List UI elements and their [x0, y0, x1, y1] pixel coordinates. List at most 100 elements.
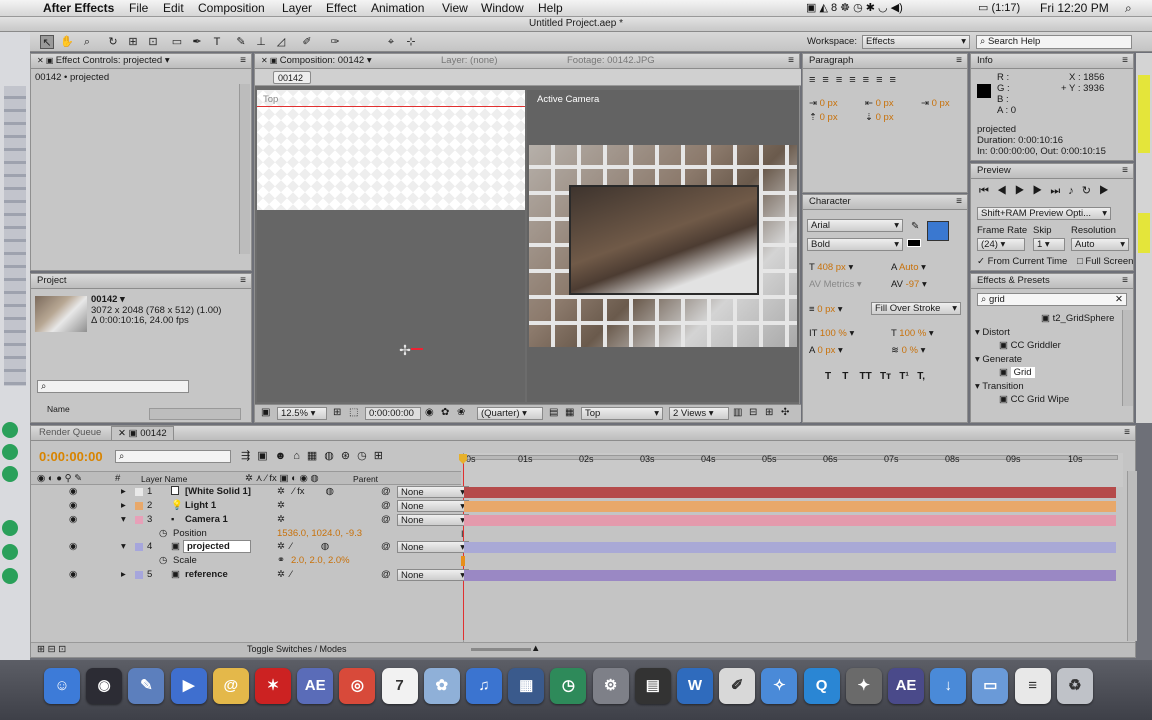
dashboard-icon[interactable]: ◉	[86, 668, 123, 704]
visibility-icon[interactable]: ◉	[69, 541, 77, 552]
layer-duration-bar[interactable]	[464, 487, 1116, 498]
small-caps-button[interactable]: Tт	[880, 371, 891, 382]
layer-name[interactable]: [White Solid 1]	[185, 486, 251, 497]
parent-select[interactable]: None ▾	[397, 514, 469, 526]
project-search-field[interactable]: ⌕	[37, 380, 189, 393]
itunes-icon[interactable]: ♫	[466, 668, 502, 704]
menu-help[interactable]: Help	[538, 1, 563, 15]
workspace-select[interactable]: Effects ▾	[862, 35, 970, 49]
horizontal-scale-field[interactable]: T 100 % ▾	[891, 328, 934, 339]
label-color-swatch[interactable]	[135, 502, 143, 510]
panel-menu-icon[interactable]: ≡	[1122, 274, 1128, 288]
faux-bold-button[interactable]: T	[825, 371, 831, 382]
parent-col[interactable]: Parent	[353, 474, 378, 484]
draft-3d-icon[interactable]: ▣	[257, 450, 274, 462]
tracking-field[interactable]: AV -97 ▾	[891, 279, 927, 290]
leading-field[interactable]: A Auto ▾	[891, 262, 926, 273]
effect-controls-tab[interactable]: Effect Controls: projected	[56, 55, 163, 66]
toggle-pixel-icon[interactable]: ▥	[733, 407, 742, 418]
tree-item-selected[interactable]: ▣ Grid	[999, 367, 1035, 378]
character-tab[interactable]: Character	[809, 196, 851, 207]
panel-menu-icon[interactable]: ≡	[240, 274, 246, 288]
label-color-swatch[interactable]	[135, 488, 143, 496]
zoom-tool-icon[interactable]: ⌕	[80, 35, 94, 49]
from-current-checkbox[interactable]: ✓ From Current Time	[977, 256, 1067, 267]
audio-icon[interactable]: ♪	[1068, 185, 1082, 197]
layer-row[interactable]: ◉ ▸ 1 [White Solid 1] ✲ ⁄ fx ◍ @ None ▾	[63, 486, 488, 499]
quicktime-icon[interactable]: Q	[803, 668, 840, 704]
project-tab[interactable]: Project	[37, 275, 67, 286]
panel-menu-icon[interactable]: ≡	[240, 54, 246, 68]
snapshot-icon[interactable]: ◉	[425, 407, 434, 418]
stopwatch-icon[interactable]: ◷	[159, 555, 167, 566]
timeline-icon[interactable]: ⊞	[765, 407, 773, 418]
motion-blur-icon[interactable]: ▦	[307, 450, 324, 462]
timeline-current-time[interactable]: 0:00:00:00	[39, 449, 103, 464]
hand-tool-icon[interactable]: ✋	[60, 35, 74, 49]
font-family-select[interactable]: Arial ▾	[807, 219, 903, 232]
color-channel-icon[interactable]: ❀	[457, 407, 465, 418]
photo-booth-icon[interactable]: ✦	[845, 668, 882, 704]
pan-behind-tool-icon[interactable]: ⊡	[146, 35, 160, 49]
skip-select[interactable]: 1 ▾	[1033, 238, 1065, 251]
previous-frame-icon[interactable]: ◀	[997, 185, 1015, 197]
tree-group[interactable]: ▾ Transition	[975, 381, 1024, 392]
last-frame-icon[interactable]: ⏭	[1050, 185, 1068, 197]
property-value[interactable]: 1536.0, 1024.0, -9.3	[277, 528, 362, 539]
zoom-in-icon[interactable]: ▲	[531, 643, 540, 654]
layer-name[interactable]: reference	[185, 569, 228, 580]
zoom-slider[interactable]	[471, 648, 531, 651]
mission-control-icon[interactable]: ▦	[508, 668, 545, 704]
expand-arrow-icon[interactable]: ▸	[121, 569, 126, 580]
pen-tool-icon[interactable]: ✒	[190, 35, 204, 49]
fast-previews-icon[interactable]: ⊟	[749, 407, 757, 418]
panel-close-icon[interactable]: ✕ ▣	[37, 56, 56, 65]
parent-pickwhip-icon[interactable]: @	[381, 569, 391, 580]
axis-local-icon[interactable]: ⌖	[384, 35, 398, 49]
spotlight-icon[interactable]: ⌕	[1125, 1, 1132, 16]
toggle-switches-modes-button[interactable]: Toggle Switches / Modes	[247, 644, 347, 654]
transparency-grid-icon[interactable]: ▦	[565, 407, 574, 418]
scrollbar[interactable]	[1122, 310, 1133, 406]
layer-row[interactable]: ◉ ▾ 3 ▪ Camera 1 ✲ @ None ▾	[63, 514, 488, 527]
roi-icon[interactable]: ▤	[549, 407, 558, 418]
menu-file[interactable]: File	[129, 1, 148, 15]
stroke-width-field[interactable]: ≡ 0 px ▾	[809, 304, 843, 315]
panel-menu-icon[interactable]: ≡	[1124, 426, 1130, 440]
space-after-field[interactable]: ⇣ 0 px	[865, 112, 894, 123]
rotate-tool-icon[interactable]: ↻	[106, 35, 120, 49]
resolution-select[interactable]: Auto ▾	[1071, 238, 1129, 251]
folder-icon[interactable]: ▭	[972, 668, 1009, 704]
auto-keyframe-icon[interactable]: ⊛	[341, 450, 357, 462]
info-tab[interactable]: Info	[977, 55, 993, 66]
battery-status[interactable]: ▭ (1:17)	[978, 1, 1020, 14]
eraser-tool-icon[interactable]: ◿	[274, 35, 288, 49]
fill-color-swatch[interactable]	[927, 221, 949, 241]
roto-brush-tool-icon[interactable]: ✐	[300, 35, 314, 49]
facetime-icon[interactable]: ▶	[170, 668, 207, 704]
font-size-field[interactable]: T 408 px ▾	[809, 262, 853, 273]
burst-icon[interactable]: ✶	[255, 668, 291, 704]
always-preview-icon[interactable]: ▣	[261, 407, 270, 418]
menu-view[interactable]: View	[442, 1, 468, 15]
play-icon[interactable]: ▶	[1015, 185, 1033, 197]
indent-first-field[interactable]: ⇥ 0 px	[921, 98, 950, 109]
preview-icon[interactable]: ✎	[128, 668, 165, 704]
preview-mode-select[interactable]: Shift+RAM Preview Opti... ▾	[977, 207, 1111, 220]
space-before-field[interactable]: ⇡ 0 px	[809, 112, 838, 123]
paragraph-tab[interactable]: Paragraph	[809, 55, 853, 66]
scrollbar[interactable]	[239, 84, 250, 254]
black-swatch[interactable]	[907, 239, 921, 247]
brainstorm-icon[interactable]: ◍	[324, 450, 341, 462]
visibility-icon[interactable]: ◉	[69, 569, 77, 580]
time-machine-icon[interactable]: ◷	[550, 668, 587, 704]
chrome-icon[interactable]: ◎	[339, 668, 376, 704]
bottom-bar-icons[interactable]: ⊞ ⊟ ⊡	[37, 644, 66, 655]
layer-row[interactable]: ◉ ▸ 5 ▣ reference ✲ ⁄ @ None ▾	[63, 569, 488, 582]
panel-menu-icon[interactable]: ≡	[1122, 164, 1128, 178]
view-select[interactable]: Top ▾	[581, 407, 663, 420]
property-row[interactable]: ◷ Position 1536.0, 1024.0, -9.3	[63, 528, 488, 541]
property-value[interactable]: 2.0, 2.0, 2.0%	[291, 555, 350, 566]
layer-name[interactable]: Light 1	[185, 500, 216, 511]
menu-edit[interactable]: Edit	[163, 1, 184, 15]
